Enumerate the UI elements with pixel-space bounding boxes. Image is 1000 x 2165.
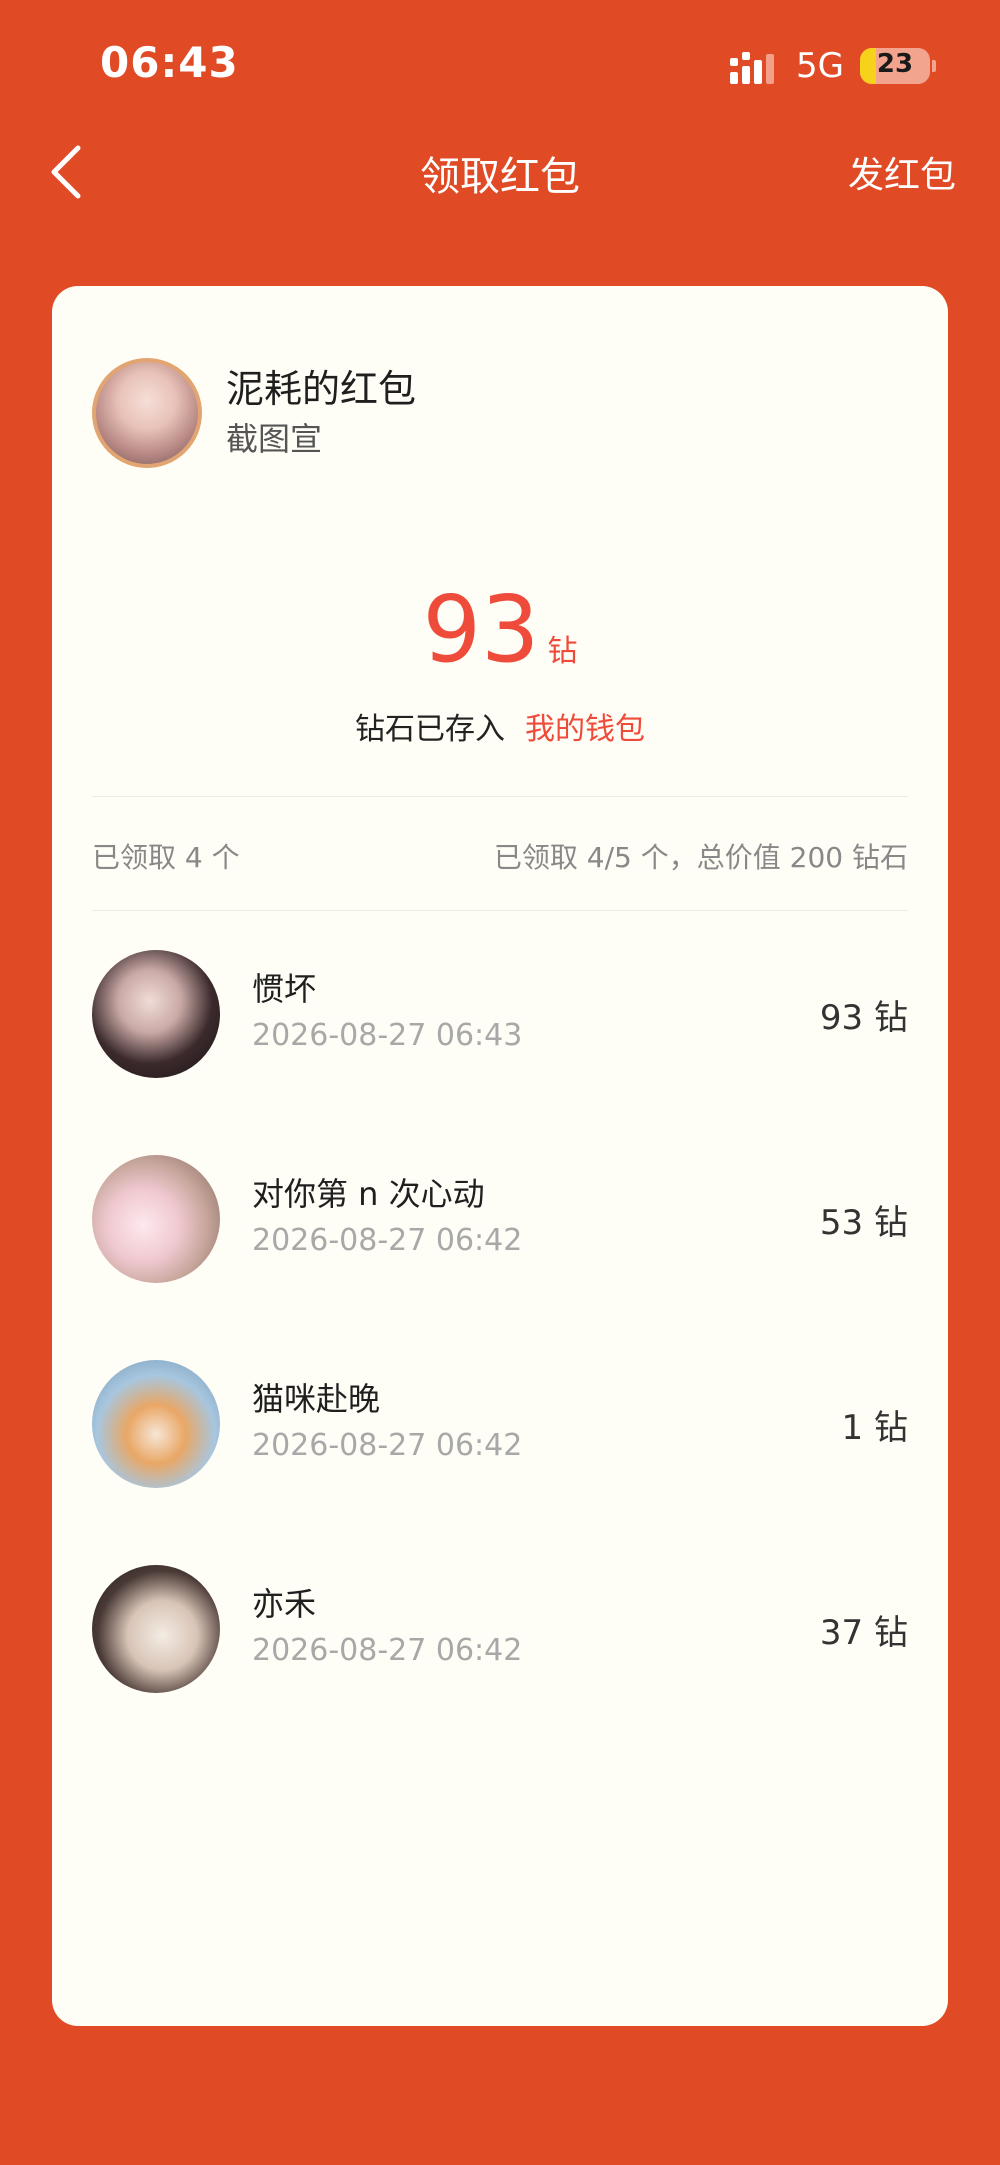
claim-time: 2026-08-27 06:42 bbox=[252, 1223, 523, 1258]
divider bbox=[92, 910, 908, 911]
list-item: 猫咪赴晚 2026-08-27 06:42 1 钻 bbox=[52, 1356, 948, 1561]
claimed-count: 已领取 4 个 bbox=[92, 841, 240, 874]
packet-note: 截图宣 bbox=[226, 420, 323, 458]
claim-time: 2026-08-27 06:42 bbox=[252, 1633, 523, 1668]
wallet-row: 钻石已存入 我的钱包 bbox=[52, 704, 948, 748]
avatar[interactable] bbox=[92, 1360, 220, 1488]
network-label: 5G bbox=[796, 46, 844, 86]
status-bar: 06:43 5G 23 bbox=[0, 0, 1000, 130]
avatar[interactable] bbox=[92, 950, 220, 1078]
my-wallet-link[interactable]: 我的钱包 bbox=[525, 712, 645, 747]
recipient-name: 亦禾 bbox=[252, 1585, 317, 1623]
claimed-summary: 已领取 4/5 个，总价值 200 钻石 bbox=[493, 841, 908, 874]
divider bbox=[92, 796, 908, 797]
status-time: 06:43 bbox=[100, 38, 239, 87]
wallet-text: 钻石已存入 bbox=[355, 712, 505, 747]
recipient-name: 惯坏 bbox=[252, 970, 317, 1008]
red-packet-card: 泥耗的红包 截图宣 93 钻 钻石已存入 我的钱包 已领取 4 个 已领取 4/5 … bbox=[52, 286, 948, 2026]
list-item: 惯坏 2026-08-27 06:43 93 钻 bbox=[52, 946, 948, 1151]
amount-unit: 钻 bbox=[547, 634, 578, 669]
battery-icon: 23 bbox=[860, 48, 930, 84]
recipient-name: 对你第 n 次心动 bbox=[252, 1175, 485, 1213]
list-item: 亦禾 2026-08-27 06:42 37 钻 bbox=[52, 1561, 948, 1766]
claim-amount: 93 钻 bbox=[819, 998, 908, 1038]
battery-level: 23 bbox=[876, 49, 914, 79]
signal-icon bbox=[730, 52, 774, 84]
send-red-packet-button[interactable]: 发红包 bbox=[848, 146, 956, 198]
recipient-list: 惯坏 2026-08-27 06:43 93 钻 对你第 n 次心动 2026-… bbox=[52, 946, 948, 1766]
received-amount: 93 钻 bbox=[52, 576, 948, 683]
recipient-name: 猫咪赴晚 bbox=[252, 1380, 381, 1418]
avatar[interactable] bbox=[92, 1155, 220, 1283]
claim-amount: 1 钻 bbox=[841, 1408, 908, 1448]
claim-time: 2026-08-27 06:42 bbox=[252, 1428, 523, 1463]
sender-name: 泥耗的红包 bbox=[226, 367, 417, 411]
sender-avatar[interactable] bbox=[92, 358, 202, 468]
claim-time: 2026-08-27 06:43 bbox=[252, 1018, 523, 1053]
battery-cap bbox=[932, 60, 936, 72]
claim-amount: 53 钻 bbox=[819, 1203, 908, 1243]
amount-value: 93 bbox=[422, 576, 540, 683]
claim-amount: 37 钻 bbox=[819, 1613, 908, 1653]
avatar[interactable] bbox=[92, 1565, 220, 1693]
list-item: 对你第 n 次心动 2026-08-27 06:42 53 钻 bbox=[52, 1151, 948, 1356]
